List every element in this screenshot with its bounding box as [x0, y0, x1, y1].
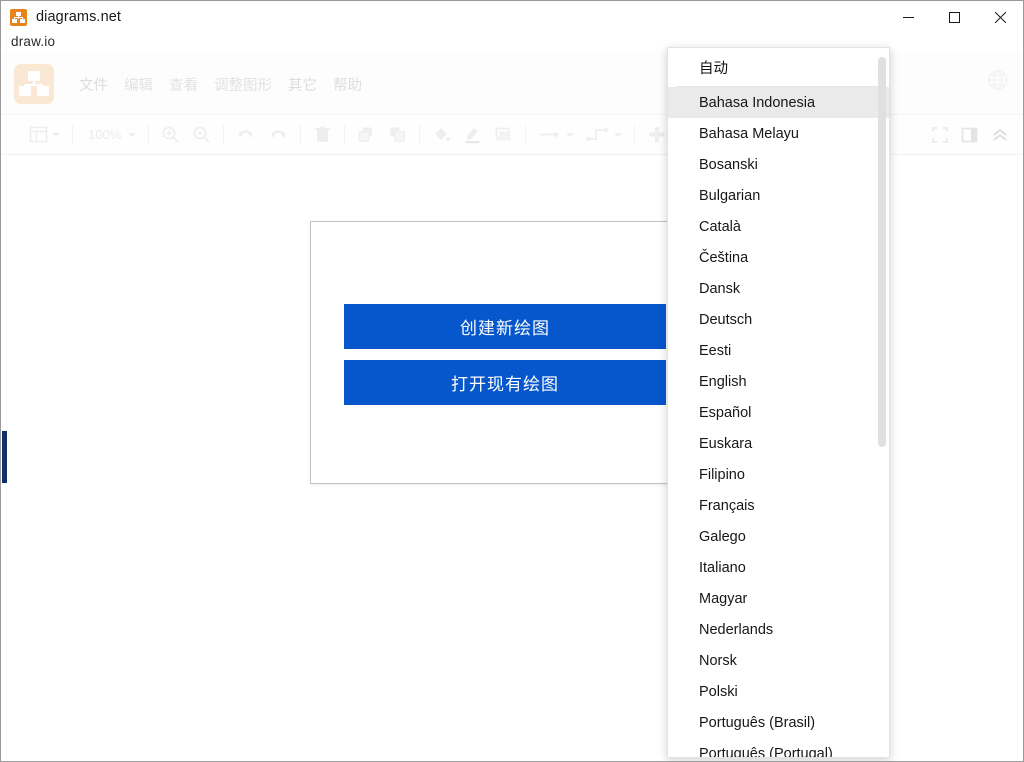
language-item-galego[interactable]: Galego	[668, 521, 889, 552]
waypoints-icon[interactable]	[580, 120, 628, 150]
to-front-icon[interactable]	[351, 120, 382, 150]
toolbar-right-group	[925, 115, 1015, 155]
layout-icon[interactable]	[23, 120, 66, 150]
to-back-icon[interactable]	[382, 120, 413, 150]
globe-icon[interactable]	[985, 67, 1011, 93]
language-item-euskara[interactable]: Euskara	[668, 428, 889, 459]
language-item-norsk[interactable]: Norsk	[668, 645, 889, 676]
redo-icon[interactable]	[262, 120, 294, 150]
chevron-down-icon	[566, 132, 575, 137]
scrollbar-thumb[interactable]	[878, 57, 886, 447]
fullscreen-icon[interactable]	[925, 120, 955, 150]
language-item-bosanski[interactable]: Bosanski	[668, 149, 889, 180]
language-item-bahasa-indonesia[interactable]: Bahasa Indonesia	[668, 87, 889, 118]
shadow-icon[interactable]	[488, 120, 519, 150]
zoom-out-icon[interactable]	[186, 120, 217, 150]
title-bar: diagrams.net	[1, 1, 1023, 33]
language-item-deutsch[interactable]: Deutsch	[668, 304, 889, 335]
language-item-catala[interactable]: Català	[668, 211, 889, 242]
open-existing-diagram-button[interactable]: 打开现有绘图	[344, 360, 666, 405]
sidebar-accent-strip	[2, 431, 7, 483]
language-dropdown-menu: 自动 Bahasa Indonesia Bahasa Melayu Bosans…	[667, 47, 890, 758]
window-title: diagrams.net	[36, 9, 122, 25]
undo-icon[interactable]	[230, 120, 262, 150]
zoom-level-label: 100%	[88, 127, 122, 142]
menu-item-edit[interactable]: 编辑	[116, 70, 161, 99]
language-item-espanol[interactable]: Español	[668, 397, 889, 428]
language-item-nederlands[interactable]: Nederlands	[668, 614, 889, 645]
app-window: diagrams.net draw.io 文件 编辑 查看 调整图形 其它 帮助…	[0, 0, 1024, 762]
fill-color-icon[interactable]	[426, 120, 457, 150]
language-item-dansk[interactable]: Dansk	[668, 273, 889, 304]
language-menu-scrollbar[interactable]	[878, 50, 886, 757]
menu-item-file[interactable]: 文件	[71, 70, 116, 99]
chevron-down-icon	[52, 132, 60, 137]
language-item-portugues-brasil[interactable]: Português (Brasil)	[668, 707, 889, 738]
connection-icon[interactable]	[532, 120, 580, 150]
language-item-italiano[interactable]: Italiano	[668, 552, 889, 583]
zoom-in-icon[interactable]	[155, 120, 186, 150]
menu-item-extras[interactable]: 其它	[280, 70, 325, 99]
language-item-polski[interactable]: Polski	[668, 676, 889, 707]
menu-item-view[interactable]: 查看	[161, 70, 206, 99]
language-item-francais[interactable]: Français	[668, 490, 889, 521]
language-item-filipino[interactable]: Filipino	[668, 459, 889, 490]
language-item-english[interactable]: English	[668, 366, 889, 397]
language-list: Bahasa Indonesia Bahasa Melayu Bosanski …	[668, 87, 889, 758]
line-color-icon[interactable]	[457, 120, 488, 150]
language-item-bahasa-melayu[interactable]: Bahasa Melayu	[668, 118, 889, 149]
collapse-icon[interactable]	[985, 120, 1015, 150]
chevron-down-icon	[614, 132, 623, 137]
drawio-app-logo-icon	[14, 64, 54, 104]
delete-icon[interactable]	[307, 120, 338, 150]
chevron-down-icon	[128, 132, 137, 137]
splash-dialog: 创建新绘图 打开现有绘图 语言	[310, 221, 698, 484]
window-controls	[885, 1, 1023, 33]
create-new-diagram-button[interactable]: 创建新绘图	[344, 304, 666, 349]
language-item-portugues-portugal[interactable]: Português (Portugal)	[668, 738, 889, 758]
menu-items: 文件 编辑 查看 调整图形 其它 帮助	[71, 70, 370, 99]
minimize-icon[interactable]	[885, 1, 931, 33]
menu-item-arrange[interactable]: 调整图形	[206, 70, 280, 99]
language-item-magyar[interactable]: Magyar	[668, 583, 889, 614]
language-item-auto[interactable]: 自动	[668, 48, 889, 86]
close-icon[interactable]	[977, 1, 1023, 33]
language-item-cestina[interactable]: Čeština	[668, 242, 889, 273]
format-panel-icon[interactable]	[955, 120, 985, 150]
window-subtitle: draw.io	[11, 34, 56, 49]
language-item-eesti[interactable]: Eesti	[668, 335, 889, 366]
zoom-level-button[interactable]: 100%	[79, 120, 142, 150]
menu-item-help[interactable]: 帮助	[325, 70, 370, 99]
maximize-icon[interactable]	[931, 1, 977, 33]
language-item-bulgarian[interactable]: Bulgarian	[668, 180, 889, 211]
drawio-logo-icon	[10, 8, 27, 26]
